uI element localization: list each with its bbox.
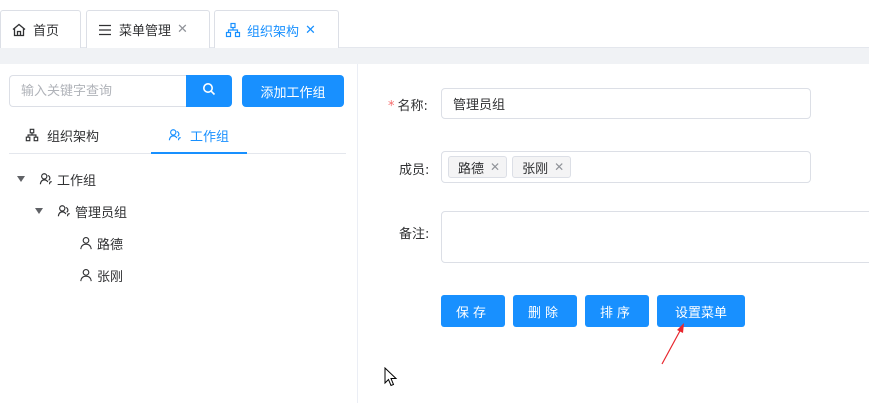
user-icon bbox=[79, 236, 93, 250]
tab-work-group[interactable]: 工作组 bbox=[168, 116, 229, 154]
tab-label: 组织架构 bbox=[247, 24, 300, 40]
menu-icon bbox=[97, 22, 113, 38]
home-icon bbox=[11, 22, 27, 38]
org-icon bbox=[225, 22, 241, 38]
members-label: 成员: bbox=[399, 163, 430, 178]
org-icon bbox=[25, 128, 39, 142]
sort-button[interactable]: 排序 bbox=[585, 295, 649, 327]
tab-home[interactable]: 首页 bbox=[0, 10, 81, 48]
save-button[interactable]: 保存 bbox=[441, 295, 505, 327]
close-icon[interactable]: ✕ bbox=[305, 23, 316, 38]
member-tag: 张刚 ✕ bbox=[512, 156, 572, 178]
close-icon[interactable]: ✕ bbox=[554, 160, 564, 174]
tab-label: 工作组 bbox=[190, 129, 230, 145]
required-asterisk: * bbox=[388, 99, 395, 114]
tree-node-label: 路德 bbox=[97, 237, 124, 253]
tab-label: 首页 bbox=[33, 24, 60, 39]
close-icon[interactable]: ✕ bbox=[177, 22, 188, 37]
sidebar-tabs: 组织架构 工作组 bbox=[9, 116, 346, 154]
search-icon bbox=[202, 82, 216, 100]
name-field[interactable]: 管理员组 bbox=[441, 88, 811, 119]
member-tag: 路德 ✕ bbox=[448, 156, 508, 178]
close-icon[interactable]: ✕ bbox=[490, 160, 500, 174]
members-select[interactable]: 路德 ✕ 张刚 ✕ bbox=[441, 151, 811, 183]
delete-button[interactable]: 删除 bbox=[513, 295, 577, 327]
group-icon bbox=[39, 172, 53, 186]
annotation-arrow-icon bbox=[661, 323, 684, 365]
content-divider bbox=[0, 48, 869, 64]
name-label: * 名称: bbox=[388, 99, 428, 114]
tab-menu-management[interactable]: 菜单管理 ✕ bbox=[86, 10, 210, 48]
remark-field[interactable] bbox=[441, 211, 869, 263]
group-icon bbox=[168, 128, 182, 142]
caret-down-icon[interactable] bbox=[17, 176, 25, 182]
search-input[interactable] bbox=[9, 75, 187, 107]
tab-org-structure[interactable]: 组织架构 bbox=[25, 116, 99, 154]
tab-bar: 首页 菜单管理 ✕ 组织架构 ✕ bbox=[0, 0, 869, 49]
tree-node-label: 张刚 bbox=[97, 269, 124, 285]
mouse-cursor-icon bbox=[384, 367, 398, 387]
tab-org-structure[interactable]: 组织架构 ✕ bbox=[214, 10, 339, 49]
tree-node-label: 管理员组 bbox=[75, 205, 128, 221]
remark-label: 备注: bbox=[399, 227, 430, 242]
sidebar-panel: 添加工作组 组织架构 工作组 工作组 bbox=[0, 64, 358, 403]
add-group-button[interactable]: 添加工作组 bbox=[242, 75, 344, 107]
tree-node-group[interactable]: 管理员组 bbox=[35, 196, 127, 226]
group-icon bbox=[57, 204, 71, 218]
tree-node-member[interactable]: 张刚 bbox=[79, 260, 123, 290]
search-button[interactable] bbox=[186, 75, 232, 107]
caret-down-icon[interactable] bbox=[35, 208, 43, 214]
tab-label: 菜单管理 bbox=[119, 24, 172, 39]
tree-node-member[interactable]: 路德 bbox=[79, 228, 123, 258]
tree-node-label: 工作组 bbox=[57, 173, 97, 189]
active-tab-indicator bbox=[151, 152, 247, 154]
user-icon bbox=[79, 268, 93, 282]
tab-label: 组织架构 bbox=[47, 129, 100, 145]
tree-node-root[interactable]: 工作组 bbox=[17, 164, 96, 194]
